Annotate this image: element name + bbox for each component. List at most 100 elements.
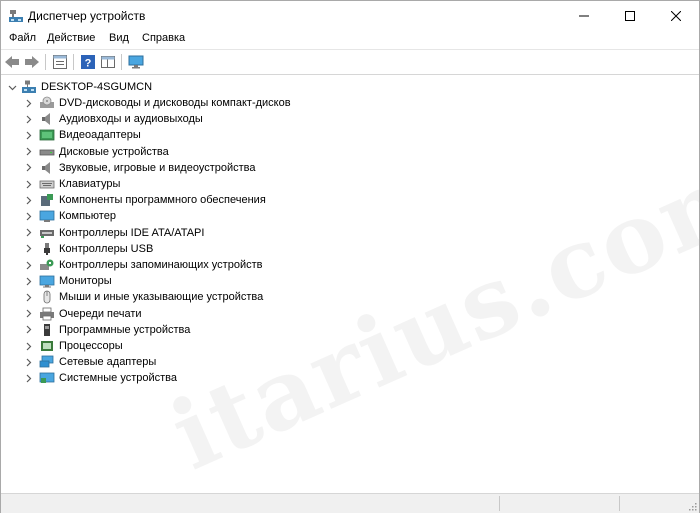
software-component-icon (39, 193, 55, 207)
minimize-button[interactable] (561, 1, 607, 31)
minimize-icon (579, 15, 589, 17)
storage-controller-icon (39, 258, 55, 272)
toolbar-separator (73, 54, 74, 70)
tree-item-label: Аудиовходы и аудиовыходы (59, 113, 203, 126)
properties-button[interactable] (51, 53, 69, 71)
help-button[interactable]: ? (79, 53, 97, 71)
tree-item-label: Клавиатуры (59, 178, 121, 190)
processor-icon (39, 339, 55, 353)
forward-button[interactable] (23, 53, 41, 71)
chevron-right-icon[interactable] (23, 260, 33, 270)
device-tree-pane[interactable]: itarius.com DESKTOP-4SGUMCN DVD-дисковод… (1, 74, 700, 494)
menu-help[interactable]: Справка (140, 32, 187, 44)
device-manager-app-icon (9, 9, 23, 23)
tree-item-label: Дисковые устройства (59, 145, 169, 158)
tree-item[interactable]: Процессоры (23, 338, 123, 354)
toolbar-separator (45, 54, 46, 70)
tree-item-label: Видеоадаптеры (59, 129, 141, 142)
tree-item[interactable]: Мыши и иные указывающие устройства (23, 289, 263, 305)
help-icon: ? (81, 55, 95, 70)
chevron-right-icon[interactable] (23, 114, 33, 124)
tree-item[interactable]: Системные устройства (23, 370, 177, 386)
tree-item-label: Контроллеры запоминающих устройств (59, 259, 263, 271)
chevron-right-icon[interactable] (23, 244, 33, 254)
maximize-button[interactable] (607, 1, 653, 31)
tree-item[interactable]: Контроллеры USB (23, 241, 153, 257)
software-device-icon (39, 323, 55, 337)
back-button[interactable] (3, 53, 21, 71)
tree-item[interactable]: Клавиатуры (23, 176, 120, 192)
tree-item[interactable]: Программные устройства (23, 322, 190, 338)
chevron-right-icon[interactable] (23, 211, 33, 221)
tree-item-label: Компьютер (59, 210, 116, 223)
menu-action[interactable]: Действие (45, 32, 97, 44)
chevron-right-icon[interactable] (23, 228, 33, 238)
chevron-right-icon[interactable] (23, 373, 33, 383)
chevron-right-icon[interactable] (23, 98, 33, 108)
speaker-icon (39, 112, 55, 126)
chevron-right-icon[interactable] (23, 341, 33, 351)
tree-item[interactable]: Аудиовходы и аудиовыходы (23, 111, 203, 127)
computer-root-icon (21, 80, 37, 94)
chevron-right-icon[interactable] (23, 309, 33, 319)
speaker-icon (39, 161, 55, 175)
chevron-right-icon[interactable] (23, 195, 33, 205)
tree-item-label: Мыши и иные указывающие устройства (59, 291, 264, 304)
printer-icon (39, 307, 55, 321)
svg-text:?: ? (85, 58, 92, 70)
tree-item-label: Компоненты программного обеспечения (59, 194, 266, 207)
tree-item[interactable]: Звуковые, игровые и видеоустройства (23, 160, 256, 176)
tree-item-label: Сетевые адаптеры (59, 356, 157, 369)
menu-bar: Файл Действие Вид Справка (1, 31, 699, 49)
status-divider (619, 496, 620, 511)
watermark: itarius.com (155, 131, 700, 492)
tree-item[interactable]: Контроллеры запоминающих устройств (23, 257, 262, 273)
monitor-icon (39, 274, 55, 288)
tree-item[interactable]: Компоненты программного обеспечения (23, 192, 266, 208)
mouse-icon (39, 290, 55, 304)
close-icon (671, 11, 681, 21)
console-tree-icon (101, 56, 115, 68)
maximize-icon (625, 11, 635, 21)
chevron-right-icon[interactable] (23, 276, 33, 286)
chevron-down-icon[interactable] (7, 82, 17, 92)
title-bar[interactable]: Диспетчер устройств (1, 1, 699, 31)
tree-item[interactable]: Видеоадаптеры (23, 127, 141, 143)
tree-item[interactable]: DVD-дисководы и дисководы компакт-дисков (23, 95, 291, 111)
menu-file[interactable]: Файл (7, 32, 38, 44)
status-divider (499, 496, 500, 511)
tree-item[interactable]: Очереди печати (23, 306, 142, 322)
device-manager-window: Диспетчер устройств Файл Действие Вид Сп… (0, 0, 700, 513)
toolbar: ? (1, 49, 699, 74)
tree-item-label: Мониторы (59, 275, 112, 288)
tree-item[interactable]: Компьютер (23, 208, 116, 224)
tree-item-label: Очереди печати (59, 307, 142, 320)
console-tree-button[interactable] (99, 53, 117, 71)
toolbar-separator (121, 54, 122, 70)
resize-grip-icon[interactable] (687, 501, 697, 511)
tree-item[interactable]: Мониторы (23, 273, 112, 289)
forward-arrow-icon (25, 56, 39, 68)
tree-item-label: DVD-дисководы и дисководы компакт-дисков (59, 97, 291, 109)
window-title: Диспетчер устройств (28, 9, 146, 23)
scan-hardware-button[interactable] (127, 53, 145, 71)
tree-item[interactable]: Сетевые адаптеры (23, 354, 156, 370)
tree-item[interactable]: Дисковые устройства (23, 144, 169, 160)
chevron-right-icon[interactable] (23, 325, 33, 335)
status-bar (1, 493, 699, 513)
menu-view[interactable]: Вид (107, 32, 131, 44)
properties-icon (53, 55, 67, 69)
chevron-right-icon[interactable] (23, 163, 33, 173)
chevron-right-icon[interactable] (23, 130, 33, 140)
chevron-right-icon[interactable] (23, 292, 33, 302)
back-arrow-icon (5, 56, 19, 68)
chevron-right-icon[interactable] (23, 179, 33, 189)
monitor-scan-icon (128, 55, 144, 69)
tree-root-node[interactable]: DESKTOP-4SGUMCN (7, 79, 152, 95)
tree-item[interactable]: Контроллеры IDE ATA/ATAPI (23, 225, 204, 241)
chevron-right-icon[interactable] (23, 147, 33, 157)
system-device-icon (39, 371, 55, 385)
network-adapter-icon (39, 355, 55, 369)
chevron-right-icon[interactable] (23, 357, 33, 367)
close-button[interactable] (653, 1, 699, 31)
